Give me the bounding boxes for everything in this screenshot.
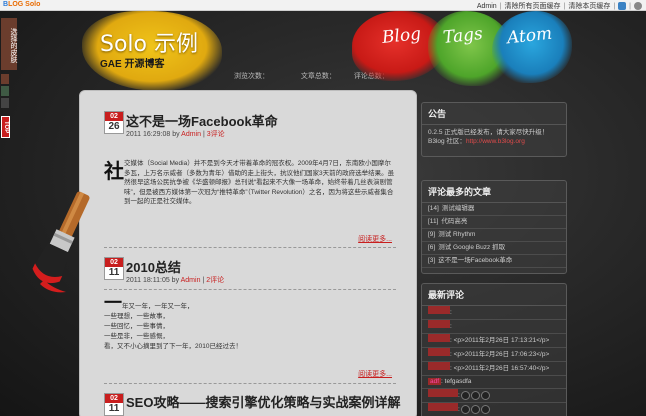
list-item[interactable]: [6] 测试 Google Buzz 抓取 xyxy=(422,242,566,255)
comment-author[interactable] xyxy=(428,362,450,370)
post-title[interactable]: SEO攻略——搜索引擎优化策略与实战案例详解 xyxy=(126,392,400,411)
settings-icon[interactable] xyxy=(618,2,627,10)
comment-item[interactable]: : xyxy=(422,403,566,416)
comment-author[interactable] xyxy=(428,306,450,314)
list-item[interactable]: [11] 代码高亮 xyxy=(422,216,566,229)
comment-item[interactable]: : <p>2011年2月26日 17:06:23</p> xyxy=(422,348,566,362)
comments-link[interactable]: 3评论 xyxy=(207,131,225,138)
paint-brush-icon xyxy=(32,191,90,293)
drop-cap: 社 xyxy=(104,161,124,183)
most-commented-panel: 评论最多的文章 [14] 测试编辑器 [11] 代码高亮 [9] 测试 Rhythm … xyxy=(421,180,567,274)
author-link[interactable]: Admin xyxy=(181,131,201,138)
post-meta: 2011 18:11:05 by Admin | 2评论 xyxy=(126,277,225,284)
nav-blog[interactable]: Blog xyxy=(381,24,422,48)
post-date: 02 11 xyxy=(104,257,124,280)
post-title[interactable]: 这不是一场Facebook革命 xyxy=(126,111,278,130)
skin-swatch-brown[interactable] xyxy=(1,74,9,84)
b3log-logo[interactable]: BLOG Solo xyxy=(3,1,40,8)
b3log-link[interactable]: http://www.b3log.org xyxy=(466,138,525,145)
site-title[interactable]: Solo 示例 xyxy=(100,26,198,58)
read-more-link[interactable]: 阅读更多... xyxy=(358,369,392,379)
comment-author[interactable] xyxy=(428,389,458,397)
skin-swatch-gray[interactable] xyxy=(1,98,9,108)
post-excerpt: 交媒体（Social Media）并不是到今天才带着革命的冠衣权。2009年4月… xyxy=(124,160,395,205)
post-date: 02 11 xyxy=(104,393,124,416)
post-date: 02 26 xyxy=(104,111,124,134)
comment-item[interactable]: : xyxy=(422,306,566,320)
list-item[interactable]: [9] 测试 Rhythm xyxy=(422,229,566,242)
read-more-link[interactable]: 阅读更多... xyxy=(358,234,392,244)
emoticon-icon xyxy=(460,404,470,414)
post-divider xyxy=(104,383,396,384)
blue-paint-splash xyxy=(492,11,572,83)
post-title[interactable]: 2010总结 xyxy=(126,257,181,276)
admin-bar: BLOG Solo Admin | 清除所有页面缓存 | 清除本页缓存 | | xyxy=(0,0,646,11)
recent-comments-panel: 最新评论 : : : <p>2011年2月26日 17:13:21</p> : … xyxy=(421,283,567,416)
comment-author[interactable] xyxy=(428,320,450,328)
comment-item[interactable]: : xyxy=(422,389,566,403)
logout-icon[interactable] xyxy=(634,2,642,10)
comment-item[interactable]: : <p>2011年2月26日 16:57:40</p> xyxy=(422,362,566,376)
emoticon-icon xyxy=(460,390,470,400)
list-item[interactable]: [3] 这不是一场Facebook革命 xyxy=(422,255,566,268)
comment-item[interactable]: : xyxy=(422,320,566,334)
list-item[interactable]: [14] 测试编辑器 xyxy=(422,203,566,216)
post-list: 02 26 这不是一场Facebook革命 2011 16:29:08 by A… xyxy=(79,90,417,416)
comment-author[interactable] xyxy=(428,334,450,342)
most-commented-heading: 评论最多的文章 xyxy=(422,181,566,203)
recent-comments-heading: 最新评论 xyxy=(422,284,566,306)
comment-item[interactable]: : <p>2011年2月26日 17:13:21</p> xyxy=(422,334,566,348)
back-to-top-button[interactable]: TOP xyxy=(1,116,10,138)
post-meta: 2011 16:29:08 by Admin | 3评论 xyxy=(126,131,225,138)
comment-item[interactable]: adf: tefgasdfa xyxy=(422,376,566,389)
emoticon-icon xyxy=(480,404,490,414)
nav-tags[interactable]: Tags xyxy=(442,24,484,48)
comment-author[interactable] xyxy=(428,348,450,356)
skin-selector-tab[interactable]: 选择的皮肤 xyxy=(1,18,17,70)
admin-links: Admin | 清除所有页面缓存 | 清除本页缓存 | | xyxy=(477,1,642,11)
clear-all-cache-link[interactable]: 清除所有页面缓存 xyxy=(505,1,561,11)
post-divider xyxy=(104,289,396,290)
clear-page-cache-link[interactable]: 清除本页缓存 xyxy=(568,1,610,11)
site-subtitle: GAE 开源博客 xyxy=(100,59,165,70)
admin-link[interactable]: Admin xyxy=(477,3,497,10)
emoticon-icon xyxy=(470,390,480,400)
comment-author[interactable]: adf xyxy=(428,378,442,385)
post-excerpt: 年又一年，一年又一年， 一些理想，一些故事， 一些回忆，一些事情， 一些是非，一… xyxy=(104,303,242,350)
notice-panel: 公告 0.2.5 正式版已经发布，请大家尽快升级！ B3log 社区：http:… xyxy=(421,102,567,157)
comment-author[interactable] xyxy=(428,403,458,411)
notice-text: 0.2.5 正式版已经发布，请大家尽快升级！ B3log 社区：http://w… xyxy=(428,129,549,145)
post-divider xyxy=(104,247,396,248)
comments-link[interactable]: 2评论 xyxy=(206,277,224,284)
emoticon-icon xyxy=(480,390,490,400)
skin-swatch-green[interactable] xyxy=(1,86,9,96)
emoticon-icon xyxy=(470,404,480,414)
notice-heading: 公告 xyxy=(422,103,566,125)
author-link[interactable]: Admin xyxy=(181,277,201,284)
